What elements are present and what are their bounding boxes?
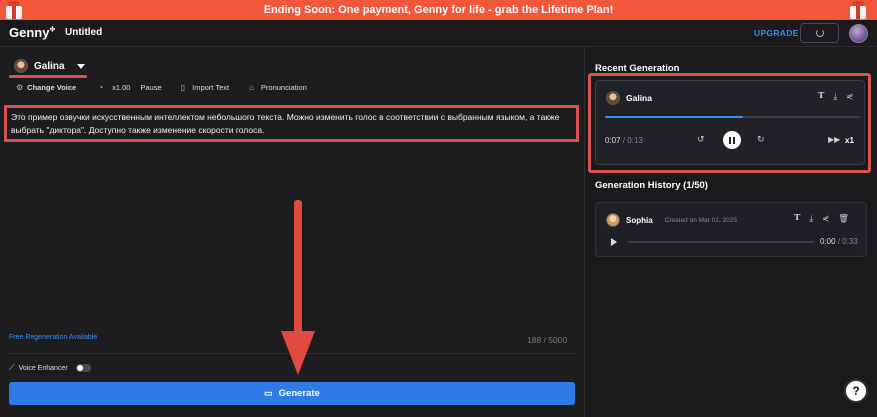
recent-voice: Galina <box>606 91 652 105</box>
text-editor[interactable]: Это пример озвучки искусственным интелле… <box>4 105 579 142</box>
history-item: Sophia Created on Mar 02, 2025 T ⤓ ⋞ 🗑 0… <box>595 202 867 257</box>
promo-banner-text[interactable]: Ending Soon: One payment, Genny for life… <box>264 4 614 16</box>
loading-button[interactable] <box>800 23 839 43</box>
share-icon[interactable]: ⋞ <box>822 213 829 224</box>
voice-avatar <box>606 213 620 227</box>
free-regeneration-link[interactable]: Free Regeneration Available <box>9 334 97 341</box>
generation-history-title: Generation History (1/50) <box>595 180 708 191</box>
playback-speed[interactable]: x1 <box>845 136 854 145</box>
import-text-button[interactable]: ▯ Import Text <box>181 83 229 92</box>
text-icon[interactable]: T <box>818 91 824 102</box>
gift-icon <box>2 0 26 20</box>
voice-avatar <box>606 91 620 105</box>
file-icon: ▯ <box>180 83 186 92</box>
download-icon[interactable]: ⤓ <box>809 213 813 224</box>
total-time: 0:13 <box>627 136 643 145</box>
history-total-time: 0:33 <box>842 237 858 246</box>
history-voice-name: Sophia <box>626 215 653 225</box>
recent-actions: T ⤓ ⋞ <box>818 91 853 102</box>
rewind-icon[interactable]: ↺ <box>697 134 705 145</box>
trash-icon[interactable]: 🗑 <box>838 213 849 224</box>
change-voice-button[interactable]: ⚙ Change Voice <box>16 83 76 92</box>
upgrade-link[interactable]: UPGRADE <box>754 28 799 38</box>
character-count: 188 / 5000 <box>527 335 568 345</box>
voice-avatar <box>14 59 28 73</box>
caret-down-icon <box>76 63 85 69</box>
import-text-label: Import Text <box>192 83 230 92</box>
annotation-underline <box>9 75 87 78</box>
pause-button[interactable]: Pause <box>140 83 161 92</box>
promo-banner[interactable]: Ending Soon: One payment, Genny for life… <box>0 0 877 20</box>
history-actions: T ⤓ ⋞ 🗑 <box>794 213 849 224</box>
current-time: 0:07 <box>605 136 621 145</box>
recent-voice-name: Galina <box>626 93 652 103</box>
download-icon[interactable]: ⤓ <box>833 91 837 102</box>
spinner-icon <box>815 29 824 37</box>
play-icon[interactable] <box>611 238 617 246</box>
genny-logo[interactable]: Genny✤ <box>9 25 55 40</box>
pronunciation-label: Pronunciation <box>260 83 307 92</box>
fast-forward-icon[interactable]: ▶▶ <box>828 135 840 144</box>
forward-icon[interactable]: ↻ <box>757 134 765 145</box>
pronunciation-icon: ⌂ <box>249 83 254 92</box>
annotation-arrow-head <box>281 331 315 375</box>
chat-bubble-icon: ▭ <box>264 388 273 398</box>
speedometer-icon: ◔ <box>98 83 104 92</box>
magic-wand-icon: ⟋ <box>9 363 15 372</box>
change-voice-label: Change Voice <box>27 83 77 92</box>
history-created-date: Created on Mar 02, 2025 <box>664 216 737 224</box>
speed-button[interactable]: ◔ x1.00 <box>98 83 130 92</box>
playback-progress-fill <box>605 116 743 118</box>
generation-panel: Recent Generation Galina T ⤓ ⋞ 0:07 / 0:… <box>584 47 877 417</box>
history-time: 0:00 / 0:33 <box>820 237 858 246</box>
history-current-time: 0:00 <box>820 237 836 246</box>
voice-name: Galina <box>34 60 65 72</box>
voice-enhancer-label: Voice Enhancer <box>18 364 68 372</box>
voice-selector[interactable]: Galina <box>14 59 85 73</box>
help-button[interactable]: ? <box>844 379 868 403</box>
generate-label: Generate <box>278 388 320 399</box>
history-progress[interactable] <box>628 241 814 243</box>
pronunciation-button[interactable]: ⌂ Pronunciation <box>249 83 307 92</box>
document-title[interactable]: Untitled <box>65 27 102 38</box>
logo-mark-icon: ✤ <box>49 26 56 34</box>
playback-progress[interactable] <box>605 116 860 118</box>
annotation-arrow <box>294 200 302 338</box>
share-icon[interactable]: ⋞ <box>846 91 853 102</box>
gift-icon <box>846 0 870 20</box>
generate-button[interactable]: ▭ Generate <box>9 382 575 405</box>
top-bar: Genny✤ Untitled UPGRADE <box>0 20 877 47</box>
editor-toolbar: ⚙ Change Voice ◔ x1.00 Pause ▯ Import Te… <box>16 83 307 92</box>
user-avatar[interactable] <box>849 24 868 43</box>
history-voice: Sophia Created on Mar 02, 2025 <box>606 213 737 227</box>
speed-label: x1.00 <box>112 83 131 92</box>
recent-generation-card: Galina T ⤓ ⋞ 0:07 / 0:13 ↺ ↻ ▶▶ x1 <box>595 80 865 165</box>
pause-button[interactable] <box>723 131 741 149</box>
playback-time: 0:07 / 0:13 <box>605 136 643 145</box>
voice-enhancer-row: ⟋ Voice Enhancer <box>9 363 91 373</box>
voice-settings-icon: ⚙ <box>16 83 24 92</box>
voice-enhancer-toggle[interactable] <box>75 364 91 372</box>
pause-label: Pause <box>140 83 162 92</box>
text-icon[interactable]: T <box>794 213 800 224</box>
